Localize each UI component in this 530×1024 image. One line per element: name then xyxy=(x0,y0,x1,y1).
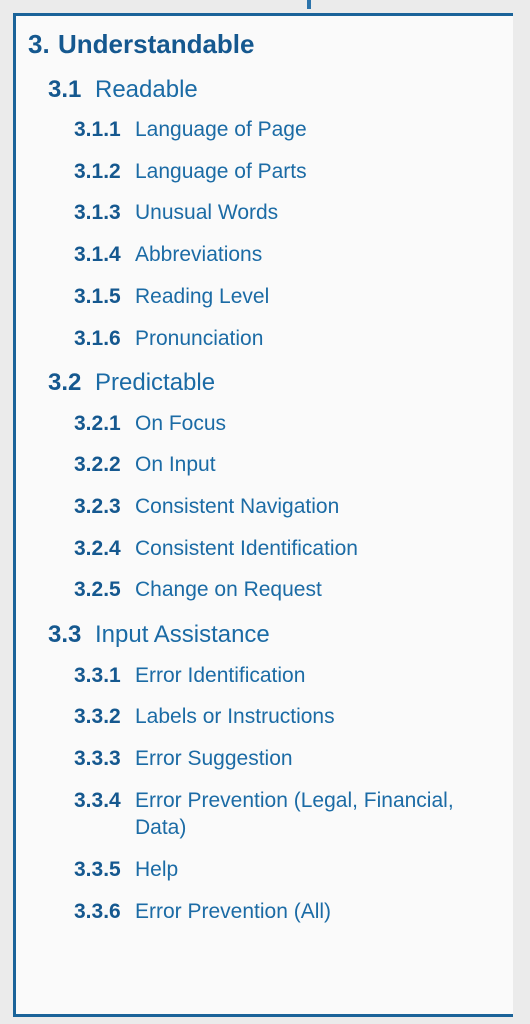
outline-item[interactable]: 3.2 Predictable xyxy=(16,359,513,402)
outline-item-label: Language of Page xyxy=(135,117,307,141)
outline-item[interactable]: 3.3 Input Assistance xyxy=(16,611,513,654)
outline-item-number: 3.2.3 xyxy=(74,495,121,519)
outline-item[interactable]: 3.2.1 On Focus xyxy=(16,403,513,445)
outline-item-label: Error Identification xyxy=(135,663,306,687)
outline-card: 3. Understandable 3.1 Readable 3.1.1 Language… xyxy=(13,13,513,1017)
outline-item-number: 3.1.5 xyxy=(74,284,121,308)
outline-item-label: Abbreviations xyxy=(135,243,263,267)
outline-item[interactable]: 3.2.5 Change on Request xyxy=(16,569,513,611)
outline-item[interactable]: 3.1.1 Language of Page xyxy=(16,109,513,151)
outline-item[interactable]: 3.1.5 Reading Level xyxy=(16,276,513,318)
outline-item-number: 3.3.6 xyxy=(74,899,121,923)
outline-item-label: Pronunciation xyxy=(135,326,264,350)
outline-item-number: 3.3 xyxy=(48,621,82,649)
outline-item-number: 3.1.2 xyxy=(74,159,121,183)
outline-item-label: Labels or Instructions xyxy=(135,705,335,729)
outline-item-number: 3. xyxy=(28,29,50,59)
outline-item-number: 3.3.4 xyxy=(74,788,121,812)
outline-item-label: Error Prevention (All) xyxy=(135,899,332,923)
outline-item-label: Error Suggestion xyxy=(135,746,293,770)
outline-item-number: 3.2 xyxy=(48,369,82,397)
outline-item[interactable]: 3. Understandable xyxy=(16,16,513,66)
clipped-content-remnant xyxy=(307,0,311,9)
outline-item[interactable]: 3.2.2 On Input xyxy=(16,444,513,486)
outline-item-number: 3.2.4 xyxy=(74,536,121,560)
outline-item-number: 3.2.5 xyxy=(74,578,121,602)
outline-list: 3. Understandable 3.1 Readable 3.1.1 Language… xyxy=(16,16,513,933)
outline-item-number: 3.3.3 xyxy=(74,746,121,770)
outline-item[interactable]: 3.3.4 Error Prevention (Legal, Financial,… xyxy=(16,780,513,849)
outline-item[interactable]: 3.1.4 Abbreviations xyxy=(16,234,513,276)
outline-item-label: Change on Request xyxy=(135,578,322,602)
outline-item-number: 3.1.6 xyxy=(74,326,121,350)
outline-item-label: Input Assistance xyxy=(95,621,270,649)
outline-item-number: 3.2.1 xyxy=(74,411,121,435)
outline-item-label: Understandable xyxy=(58,29,255,59)
outline-item-number: 3.2.2 xyxy=(74,453,121,477)
outline-item-label: Predictable xyxy=(95,369,216,397)
outline-item-number: 3.1.1 xyxy=(74,117,121,141)
outline-item-number: 3.3.1 xyxy=(74,663,121,687)
outline-item-number: 3.3.5 xyxy=(74,858,121,882)
outline-item-number: 3.1.4 xyxy=(74,243,121,267)
outline-item[interactable]: 3.3.1 Error Identification xyxy=(16,655,513,697)
outline-item[interactable]: 3.3.3 Error Suggestion xyxy=(16,738,513,780)
outline-item-label: Readable xyxy=(95,75,198,103)
outline-item-label: Consistent Navigation xyxy=(135,495,340,519)
outline-item-label: Consistent Identification xyxy=(135,536,358,560)
outline-item[interactable]: 3.1.2 Language of Parts xyxy=(16,151,513,193)
outline-item[interactable]: 3.1.6 Pronunciation xyxy=(16,318,513,360)
outline-item-label: Reading Level xyxy=(135,284,270,308)
outline-item-label: Error Prevention (Legal, Financial, Data… xyxy=(135,788,454,840)
outline-item[interactable]: 3.2.4 Consistent Identification xyxy=(16,528,513,570)
outline-item[interactable]: 3.2.3 Consistent Navigation xyxy=(16,486,513,528)
outline-item-label: Unusual Words xyxy=(135,201,279,225)
outline-item[interactable]: 3.1.3 Unusual Words xyxy=(16,192,513,234)
outline-item[interactable]: 3.3.2 Labels or Instructions xyxy=(16,696,513,738)
outline-item-label: Help xyxy=(135,858,179,882)
outline-item[interactable]: 3.1 Readable xyxy=(16,66,513,109)
outline-item-number: 3.3.2 xyxy=(74,705,121,729)
outline-item[interactable]: 3.3.5 Help xyxy=(16,849,513,891)
outline-item-label: Language of Parts xyxy=(135,159,307,183)
outline-item[interactable]: 3.3.6 Error Prevention (All) xyxy=(16,891,513,933)
outline-item-number: 3.1.3 xyxy=(74,201,121,225)
outline-item-label: On Focus xyxy=(135,411,227,435)
outline-item-number: 3.1 xyxy=(48,75,82,103)
outline-item-label: On Input xyxy=(135,453,216,477)
